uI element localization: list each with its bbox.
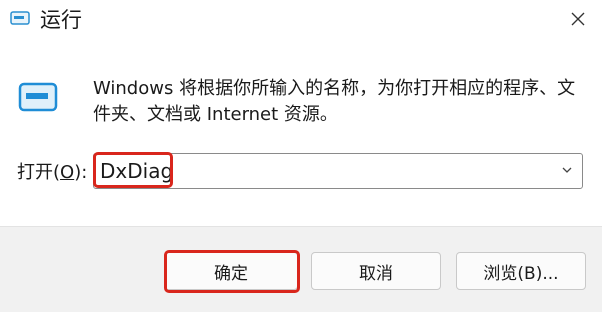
open-label-prefix: 打开( (17, 162, 61, 183)
description-text: Windows 将根据你所输入的名称，为你打开相应的程序、文 件夹、文档或 In… (93, 76, 588, 128)
open-label: 打开(O): (17, 160, 87, 186)
close-button[interactable] (562, 4, 594, 34)
open-label-suffix: ): (74, 162, 88, 183)
open-label-accelerator: O (60, 162, 75, 183)
open-combobox[interactable]: DxDiag (93, 153, 583, 189)
run-program-icon (18, 82, 58, 112)
ok-button[interactable]: 确定 (164, 252, 298, 290)
window-title: 运行 (40, 8, 82, 32)
browse-button[interactable]: 浏览(B)... (456, 252, 586, 290)
close-icon (571, 12, 585, 26)
description-line-2: 件夹、文档或 Internet 资源。 (93, 104, 338, 125)
title-bar: 运行 (0, 0, 602, 42)
run-dialog: 运行 Windows 将根据你所输入的名称，为你打开相应的程序、文 件夹、文档或… (0, 0, 602, 312)
description-line-1: Windows 将根据你所输入的名称，为你打开相应的程序、文 (93, 78, 576, 99)
chevron-down-icon[interactable] (560, 163, 574, 177)
cancel-button[interactable]: 取消 (311, 252, 441, 290)
run-dialog-icon (10, 11, 30, 25)
open-input-value[interactable]: DxDiag (100, 158, 173, 184)
